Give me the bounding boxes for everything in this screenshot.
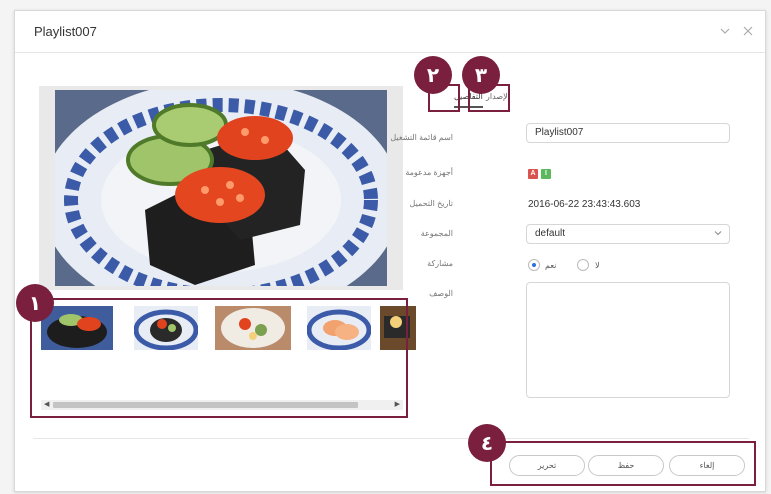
date-label: تاريخ التحميل	[409, 199, 453, 208]
close-icon[interactable]	[741, 25, 755, 39]
callout-box-thumbnails	[30, 298, 408, 418]
share-no-label: لا	[595, 261, 600, 270]
group-select-value: default	[535, 228, 566, 239]
ios-badge: I	[541, 169, 551, 179]
devices-label: أجهزة مدعومة	[405, 168, 453, 177]
share-yes-label: نعم	[545, 261, 557, 270]
description-textarea[interactable]	[526, 282, 730, 398]
dialog-header: Playlist007	[15, 11, 765, 53]
device-badges: A I	[528, 169, 558, 181]
share-yes-radio[interactable]	[528, 259, 540, 271]
dialog-title: Playlist007	[34, 24, 97, 39]
footer-divider	[33, 438, 749, 439]
chevron-down-icon[interactable]	[718, 25, 732, 39]
name-label: اسم قائمة التشغيل	[390, 133, 453, 142]
upload-date-value: 2016-06-22 23:43:43.603	[528, 199, 641, 210]
callout-number-1: ١	[16, 284, 54, 322]
description-label: الوصف	[429, 289, 453, 298]
android-badge: A	[528, 169, 538, 179]
share-label: مشاركة	[427, 259, 453, 268]
callout-number-2: ٢	[414, 56, 452, 94]
playlist-name-input[interactable]: Playlist007	[526, 123, 730, 143]
chevron-down-icon	[714, 229, 722, 239]
sushi-photo	[55, 90, 387, 286]
share-no-radio[interactable]	[577, 259, 589, 271]
group-select[interactable]: default	[526, 224, 730, 244]
callout-box-buttons	[490, 441, 756, 486]
callout-number-3: ٣	[462, 56, 500, 94]
group-label: المجموعة	[420, 229, 453, 238]
main-preview-image	[39, 86, 403, 290]
playlist-dialog: Playlist007 ◀ ▶ التفاصيل الإصدار اسم قائ…	[14, 10, 766, 492]
callout-number-4: ٤	[468, 424, 506, 462]
